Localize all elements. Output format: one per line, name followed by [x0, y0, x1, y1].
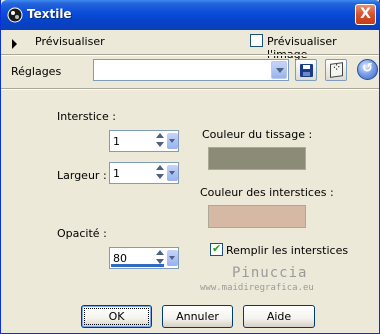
save-preset-button[interactable] — [295, 59, 317, 81]
window-title: Textile — [27, 7, 72, 21]
interstice-value[interactable]: 1 — [113, 135, 120, 148]
preview-toggle-label[interactable]: Prévisualiser — [35, 35, 105, 48]
arrow-up-icon[interactable] — [156, 133, 164, 138]
arrow-down-icon[interactable] — [156, 174, 164, 179]
interstice-stepper[interactable]: 1 — [109, 130, 179, 152]
dice-icon — [330, 62, 343, 78]
opacite-stepper[interactable]: 80 — [109, 247, 179, 269]
divider — [1, 88, 379, 90]
presets-dropdown[interactable] — [93, 59, 289, 81]
chevron-down-icon[interactable] — [271, 61, 287, 79]
random-button[interactable] — [325, 59, 347, 81]
interstice-label: Interstice : — [57, 110, 116, 123]
fill-gaps-checkbox[interactable] — [210, 242, 223, 256]
largeur-stepper[interactable]: 1 — [109, 162, 179, 184]
gap-color-label: Couleur des interstices : — [200, 186, 334, 199]
divider — [1, 54, 379, 56]
chevron-down-icon[interactable] — [167, 133, 178, 149]
arrow-up-icon[interactable] — [156, 165, 164, 170]
title-bar[interactable]: Textile X — [1, 0, 380, 30]
dialog-window: Textile X Prévisualiser Prévisualiser l'… — [0, 0, 380, 334]
reset-button[interactable] — [357, 59, 378, 80]
app-icon — [7, 7, 23, 23]
spin-arrows[interactable] — [156, 133, 166, 149]
weave-color-label: Couleur du tissage : — [202, 128, 313, 141]
preview-image-label[interactable]: Prévisualiser l'image — [267, 35, 379, 61]
opacity-level-bar[interactable] — [111, 264, 164, 267]
presets-label: Réglages — [11, 65, 62, 78]
help-button[interactable]: Aide — [243, 305, 315, 328]
close-button[interactable]: X — [355, 4, 376, 25]
dialog-body: Prévisualiser Prévisualiser l'image Régl… — [1, 30, 379, 333]
spin-arrows[interactable] — [156, 165, 166, 181]
weave-color-swatch[interactable] — [208, 147, 306, 170]
chevron-down-icon[interactable] — [167, 165, 178, 181]
ok-button[interactable]: OK — [81, 305, 152, 328]
largeur-value[interactable]: 1 — [113, 167, 120, 180]
cancel-button[interactable]: Annuler — [162, 305, 233, 328]
largeur-label: Largeur : — [57, 169, 107, 182]
expand-arrow-icon[interactable] — [12, 39, 17, 49]
chevron-down-icon[interactable] — [167, 250, 178, 266]
watermark-url: www.maidiregrafica.eu — [200, 283, 314, 293]
preview-image-checkbox[interactable] — [250, 34, 263, 47]
opacite-label: Opacité : — [57, 227, 107, 240]
save-icon — [300, 64, 313, 77]
gap-color-swatch[interactable] — [208, 205, 306, 228]
arrow-up-icon[interactable] — [156, 250, 164, 255]
arrow-down-icon[interactable] — [156, 142, 164, 147]
fill-gaps-label[interactable]: Remplir les interstices — [226, 244, 348, 257]
watermark-name: Pinuccia — [232, 265, 308, 281]
